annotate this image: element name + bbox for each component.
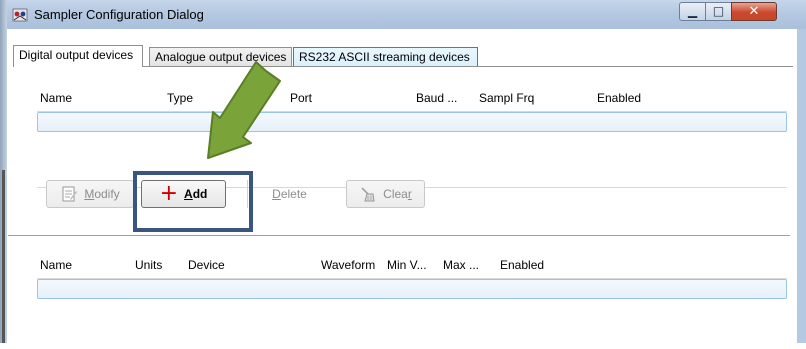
table-row[interactable] <box>37 279 787 299</box>
section-separator <box>8 235 790 236</box>
delete-label: Delete <box>272 187 307 201</box>
delete-button[interactable]: Delete <box>247 180 331 208</box>
clear-button[interactable]: Clear <box>346 180 425 208</box>
modify-label: Modify <box>84 187 120 201</box>
sampler-configuration-dialog: Sampler Configuration Dialog ▁ □ ✕ Digit… <box>0 0 806 349</box>
column-header-max-value[interactable]: Max ... <box>443 258 479 272</box>
column-header-device[interactable]: Device <box>188 258 225 272</box>
app-icon <box>12 8 28 22</box>
broom-icon <box>359 185 377 203</box>
maximize-button[interactable]: □ <box>705 2 732 21</box>
column-header-units[interactable]: Units <box>135 258 162 272</box>
column-header-enabled[interactable]: Enabled <box>500 258 544 272</box>
dialog-client-area: Digital output devices Analogue output d… <box>7 29 797 349</box>
title-bar[interactable]: Sampler Configuration Dialog ▁ □ ✕ <box>7 0 806 29</box>
column-header-baud[interactable]: Baud ... <box>416 91 457 105</box>
modify-button[interactable]: Modify <box>46 180 134 208</box>
tab-rs232-ascii-streaming-devices[interactable]: RS232 ASCII streaming devices <box>293 47 478 66</box>
tab-digital-output-devices[interactable]: Digital output devices <box>13 45 143 67</box>
tab-analogue-output-devices[interactable]: Analogue output devices <box>149 47 292 66</box>
add-button-highlight-box <box>133 171 253 232</box>
minimize-button[interactable]: ▁ <box>679 2 706 21</box>
maximize-icon: □ <box>712 4 725 18</box>
column-header-name[interactable]: Name <box>40 91 72 105</box>
column-header-type[interactable]: Type <box>167 91 193 105</box>
window-title: Sampler Configuration Dialog <box>34 7 204 22</box>
column-header-waveform[interactable]: Waveform <box>321 258 375 272</box>
table-row[interactable] <box>37 112 787 132</box>
window-left-border <box>0 0 7 343</box>
column-header-name[interactable]: Name <box>40 258 72 272</box>
modify-icon <box>60 185 78 203</box>
close-button[interactable]: ✕ <box>731 2 777 21</box>
column-header-port[interactable]: Port <box>290 91 312 105</box>
clear-label: Clear <box>383 187 412 201</box>
window-right-border <box>797 29 806 343</box>
column-header-sample-frequency[interactable]: Sampl Frq <box>479 91 534 105</box>
column-header-enabled[interactable]: Enabled <box>597 91 641 105</box>
digital-devices-table-header: Name Type Port Baud ... Sampl Frq Enable… <box>37 91 787 109</box>
analogue-channels-table-body[interactable] <box>37 278 787 349</box>
close-icon: ✕ <box>748 4 760 19</box>
column-header-min-value[interactable]: Min V... <box>387 258 427 272</box>
minimize-icon: ▁ <box>687 4 698 18</box>
analogue-channels-table-header: Name Units Device Waveform Min V... Max … <box>37 258 787 276</box>
